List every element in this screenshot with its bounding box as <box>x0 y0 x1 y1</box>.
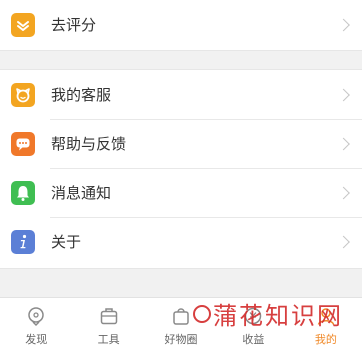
tab-tools-label: 工具 <box>97 333 120 346</box>
menu-item-customer-service[interactable]: 我的客服 <box>0 70 362 119</box>
settings-group: 我的客服 帮助与反馈 消息通知 关于 <box>0 69 362 269</box>
menu-item-notifications[interactable]: 消息通知 <box>0 168 362 217</box>
watermark-text: 蒲花知识网 <box>213 302 343 330</box>
chevron-right-icon <box>337 18 350 31</box>
tab-discover-label: 发现 <box>25 333 48 346</box>
tab-earnings-label: 收益 <box>242 333 265 346</box>
thumbs-up-icon <box>11 12 35 37</box>
menu-item-help-feedback[interactable]: 帮助与反馈 <box>0 119 362 168</box>
chat-bubble-icon <box>11 131 35 156</box>
chevron-right-icon <box>337 186 350 199</box>
customer-service-icon <box>11 82 35 107</box>
bell-icon <box>11 180 35 205</box>
tab-discover[interactable]: 发现 <box>0 298 72 351</box>
menu-item-customer-service-label: 我的客服 <box>51 86 112 104</box>
tab-profile-label: 我的 <box>314 333 337 346</box>
toolbox-icon <box>100 308 117 325</box>
menu-item-about-label: 关于 <box>51 233 82 251</box>
bag-icon <box>173 308 189 325</box>
chevron-right-icon <box>337 137 350 150</box>
discover-icon <box>28 307 44 327</box>
tab-goods-circle-label: 好物圈 <box>164 333 198 346</box>
chevron-right-icon <box>337 235 350 248</box>
menu-item-notifications-label: 消息通知 <box>51 184 112 202</box>
rate-group: 去评分 <box>0 0 362 51</box>
info-icon <box>11 229 35 254</box>
watermark-logo-icon <box>193 304 211 323</box>
chevron-right-icon <box>337 88 350 101</box>
tab-tools[interactable]: 工具 <box>72 298 144 351</box>
menu-item-rate[interactable]: 去评分 <box>0 0 362 49</box>
menu-item-rate-label: 去评分 <box>51 16 97 34</box>
menu-item-help-feedback-label: 帮助与反馈 <box>51 135 127 153</box>
menu-item-about[interactable]: 关于 <box>0 217 362 266</box>
watermark: 蒲花知识网 <box>193 296 343 331</box>
